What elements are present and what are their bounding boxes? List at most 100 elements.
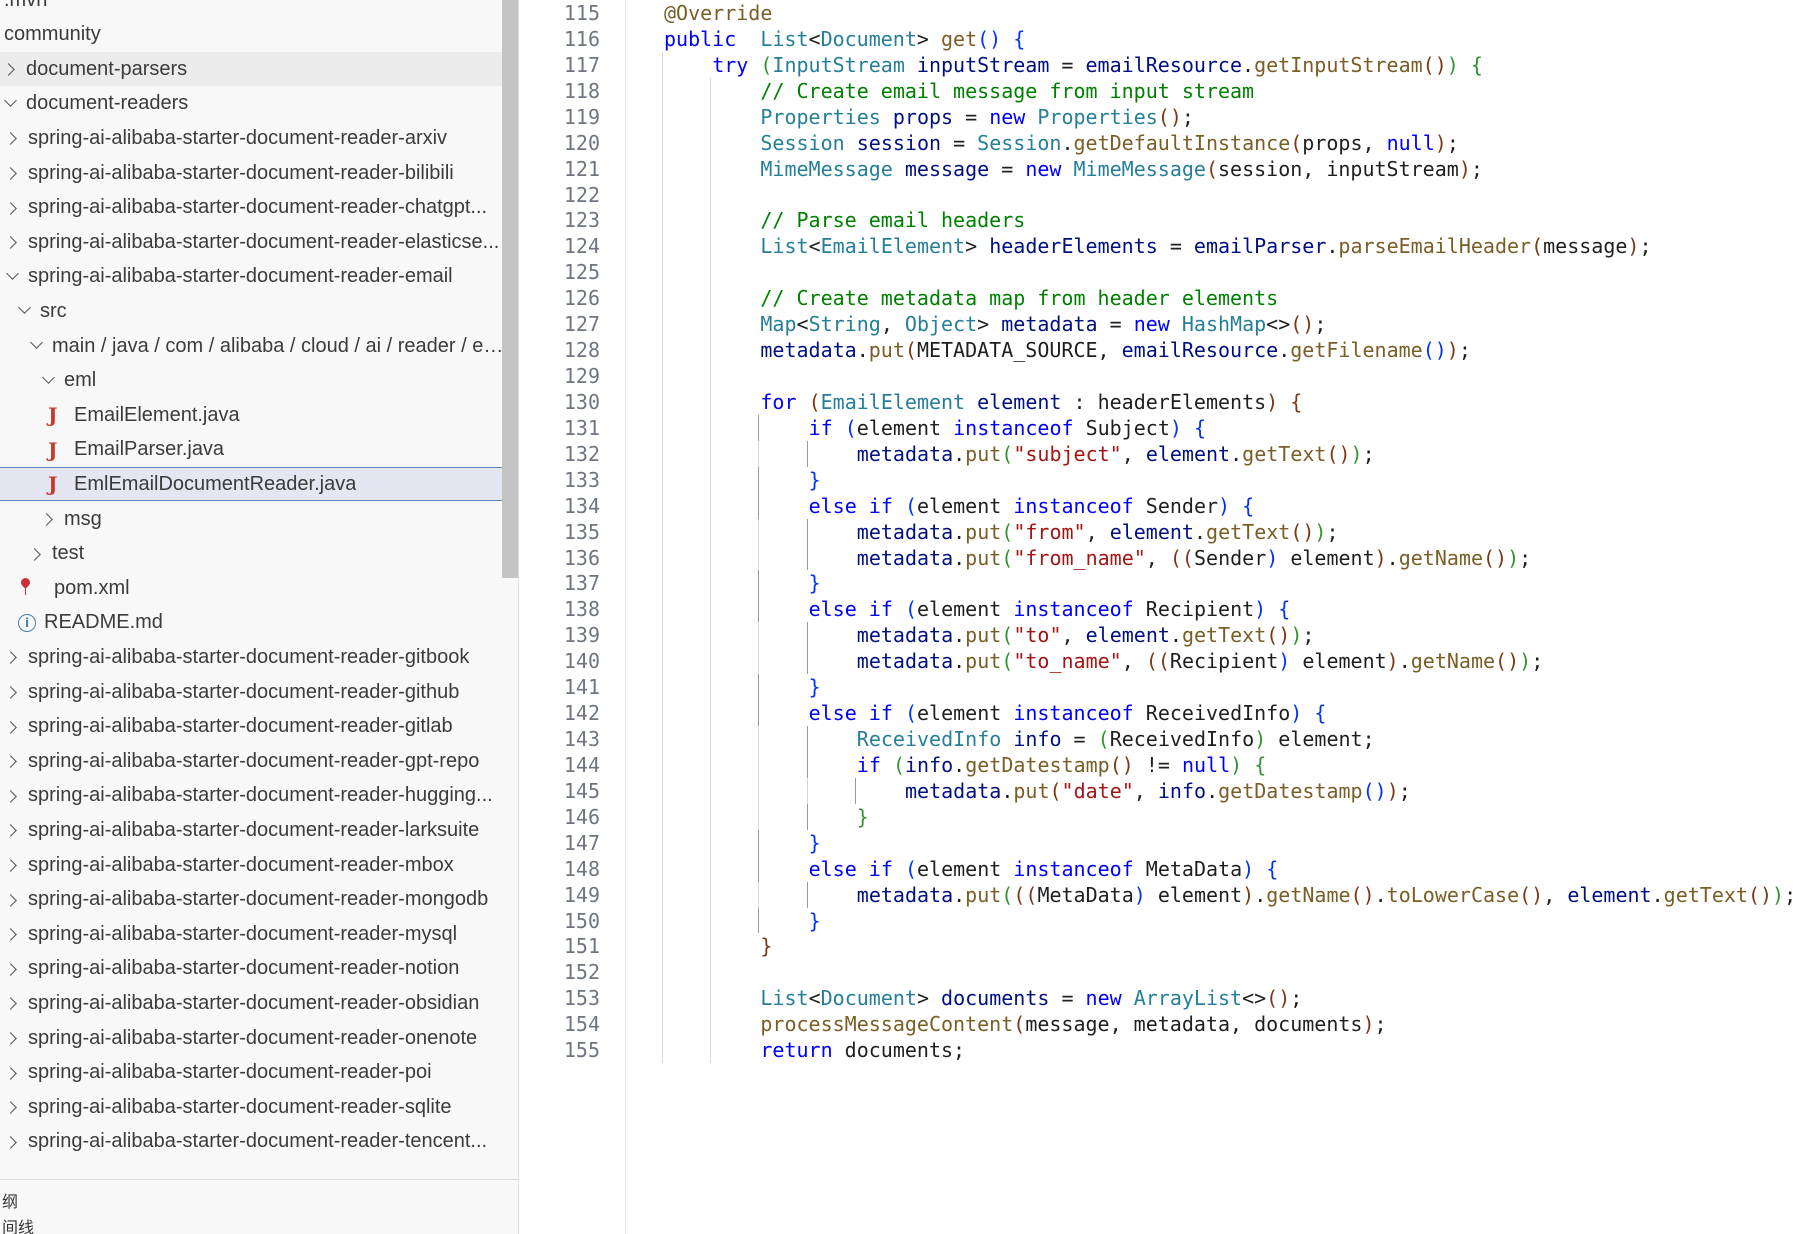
chevron-right-icon[interactable]: [30, 544, 44, 564]
code-line[interactable]: metadata.put(METADATA_SOURCE, emailResou…: [760, 335, 1470, 365]
chevron-right-icon[interactable]: [6, 1097, 20, 1117]
folder-item[interactable]: spring-ai-alibaba-starter-document-reade…: [0, 813, 514, 847]
explorer-scrollbar[interactable]: [502, 0, 518, 578]
folder-item[interactable]: main / java / com / alibaba / cloud / ai…: [0, 329, 514, 363]
folder-item[interactable]: spring-ai-alibaba-starter-document-reade…: [0, 952, 514, 986]
folder-item[interactable]: spring-ai-alibaba-starter-document-reade…: [0, 640, 514, 674]
chevron-right-icon[interactable]: [6, 1063, 20, 1083]
file-item[interactable]: i README.md: [0, 606, 514, 640]
folder-item[interactable]: src: [0, 294, 514, 328]
chevron-right-icon[interactable]: [6, 993, 20, 1013]
code-token: for: [760, 389, 797, 414]
folder-item[interactable]: document-parsers: [0, 52, 514, 87]
chevron-right-icon[interactable]: [6, 232, 20, 252]
chevron-right-icon[interactable]: [6, 682, 20, 702]
chevron-right-icon[interactable]: [6, 924, 20, 944]
code-line[interactable]: return documents;: [760, 1035, 965, 1065]
folder-item[interactable]: eml: [0, 364, 514, 398]
chevron-down-icon[interactable]: [6, 267, 20, 287]
folder-item[interactable]: spring-ai-alibaba-starter-document-reade…: [0, 883, 514, 917]
folder-item[interactable]: spring-ai-alibaba-starter-document-reade…: [0, 191, 514, 225]
code-token: metadata: [856, 882, 954, 907]
outline-panel-title[interactable]: 纲: [2, 1188, 18, 1212]
code-token: (): [1483, 545, 1508, 570]
code-line[interactable]: List<EmailElement> headerElements = emai…: [760, 231, 1651, 261]
folder-item[interactable]: spring-ai-alibaba-starter-document-reade…: [0, 744, 514, 778]
folder-item[interactable]: spring-ai-alibaba-starter-document-reade…: [0, 1125, 514, 1159]
folder-item[interactable]: spring-ai-alibaba-starter-document-reade…: [0, 675, 514, 709]
chevron-right-icon[interactable]: [42, 509, 56, 529]
chevron-right-icon[interactable]: [6, 647, 20, 667]
folder-item[interactable]: test: [0, 537, 514, 571]
code-comment: // Create email message from input strea…: [760, 78, 1255, 103]
folder-item[interactable]: spring-ai-alibaba-starter-document-reade…: [0, 1090, 514, 1124]
folder-item[interactable]: msg: [0, 502, 514, 536]
chevron-down-icon[interactable]: [18, 301, 32, 321]
file-item[interactable]: J EmailParser.java: [0, 433, 514, 467]
code-line[interactable]: metadata.put("from_name", ((Sender) elem…: [857, 543, 1531, 573]
tree-item-label: spring-ai-alibaba-starter-document-reade…: [28, 230, 500, 253]
indent-guide: [710, 959, 712, 986]
chevron-down-icon[interactable]: [42, 371, 56, 391]
chevron-right-icon[interactable]: [6, 820, 20, 840]
chevron-right-icon[interactable]: [6, 786, 20, 806]
folder-item[interactable]: spring-ai-alibaba-starter-document-reade…: [0, 156, 514, 190]
sidebar-divider[interactable]: [518, 0, 519, 1234]
folder-item[interactable]: spring-ai-alibaba-starter-document-reade…: [0, 986, 514, 1020]
folder-item[interactable]: .mvn: [0, 0, 514, 17]
chevron-right-icon[interactable]: [6, 1028, 20, 1048]
chevron-right-icon[interactable]: [6, 163, 20, 183]
chevron-right-icon[interactable]: [6, 855, 20, 875]
code-token: ): [1254, 727, 1267, 752]
chevron-right-icon[interactable]: [6, 1132, 20, 1152]
chevron-right-icon[interactable]: [4, 59, 18, 79]
folder-item[interactable]: spring-ai-alibaba-starter-document-reade…: [0, 848, 514, 882]
folder-item[interactable]: document-readers: [0, 87, 514, 121]
code-token: EmailElement: [820, 389, 966, 414]
chevron-right-icon[interactable]: [6, 128, 20, 148]
code-line[interactable]: metadata.put(((MetaData) element).getNam…: [857, 880, 1796, 910]
indent-guide: [710, 77, 712, 104]
chevron-right-icon[interactable]: [6, 717, 20, 737]
indent-guide: [806, 544, 808, 571]
folder-item[interactable]: spring-ai-alibaba-starter-document-reade…: [0, 1056, 514, 1090]
file-item[interactable]: pom.xml: [0, 571, 514, 605]
chevron-right-icon[interactable]: [6, 890, 20, 910]
code-line[interactable]: }: [809, 906, 821, 936]
code-line[interactable]: metadata.put("date", info.getDatestamp()…: [905, 776, 1411, 806]
code-token: (): [1422, 52, 1447, 77]
folder-item[interactable]: spring-ai-alibaba-starter-document-reade…: [0, 710, 514, 744]
folder-item[interactable]: spring-ai-alibaba-starter-document-reade…: [0, 225, 514, 259]
folder-item[interactable]: spring-ai-alibaba-starter-document-reade…: [0, 1021, 514, 1055]
chevron-right-icon[interactable]: [6, 198, 20, 218]
chevron-right-icon[interactable]: [6, 959, 20, 979]
file-item[interactable]: J EmlEmailDocumentReader.java: [0, 467, 514, 502]
chevron-down-icon[interactable]: [30, 336, 44, 356]
code-token: (: [1001, 519, 1014, 544]
timeline-panel-title[interactable]: 间线: [2, 1214, 34, 1234]
code-line[interactable]: metadata.put("subject", element.getText(…: [857, 439, 1375, 469]
indent-guide: [710, 803, 712, 830]
folder-item[interactable]: spring-ai-alibaba-starter-document-reade…: [0, 260, 514, 294]
code-token: (: [1001, 441, 1014, 466]
folder-item[interactable]: spring-ai-alibaba-starter-document-reade…: [0, 917, 514, 951]
chevron-right-icon[interactable]: [6, 751, 20, 771]
folder-item[interactable]: spring-ai-alibaba-starter-document-reade…: [0, 779, 514, 813]
code-token: {: [1013, 26, 1026, 51]
code-line[interactable]: MimeMessage message = new MimeMessage(se…: [760, 154, 1483, 184]
code-token: new: [1133, 312, 1170, 337]
code-token: new: [1085, 986, 1122, 1011]
code-line[interactable]: }: [857, 802, 869, 832]
code-token: {: [1193, 415, 1206, 440]
folder-item[interactable]: community: [0, 18, 514, 52]
code-token: ): [1434, 130, 1447, 155]
code-token: ReceivedInfo: [1109, 727, 1255, 752]
folder-item[interactable]: spring-ai-alibaba-starter-document-reade…: [0, 121, 514, 155]
code-line[interactable]: metadata.put("to_name", ((Recipient) ele…: [857, 646, 1543, 676]
code-line[interactable]: }: [760, 931, 772, 961]
code-token: element: [916, 856, 1014, 881]
chevron-down-icon[interactable]: [4, 94, 18, 114]
tree-item-label: spring-ai-alibaba-starter-document-reade…: [28, 818, 480, 841]
file-item[interactable]: J EmailElement.java: [0, 398, 514, 432]
code-token: put: [965, 623, 1002, 648]
